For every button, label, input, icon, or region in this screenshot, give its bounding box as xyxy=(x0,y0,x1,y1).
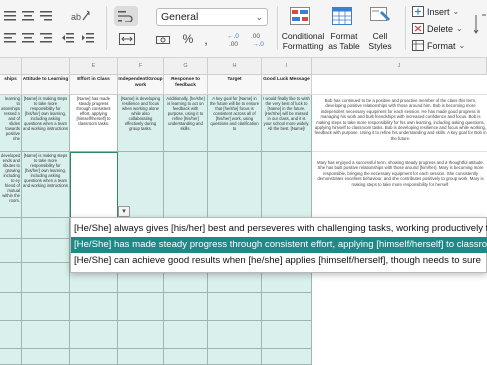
chevron-down-icon: ⌄ xyxy=(452,7,460,16)
header-cell[interactable]: ships xyxy=(0,75,22,95)
autocomplete-list: [He/She] always gives [his/her] best and… xyxy=(70,217,487,273)
header-cell[interactable]: Independent/Group work xyxy=(118,75,164,95)
increase-indent-icon[interactable] xyxy=(80,30,96,46)
column-header-g[interactable]: G xyxy=(164,58,208,75)
comment-paragraph: Mary has enjoyed a successful term, show… xyxy=(317,160,484,187)
svg-text:←.0: ←.0 xyxy=(227,33,239,40)
dropdown-arrow-button[interactable]: ▾ xyxy=(118,206,130,217)
table-cell[interactable] xyxy=(118,273,164,365)
column-header[interactable] xyxy=(22,58,70,75)
conditional-formatting-icon[interactable] xyxy=(288,6,312,26)
header-cell[interactable]: Response to feedback xyxy=(164,75,208,95)
number-format-value: General xyxy=(161,11,199,23)
table-cell[interactable] xyxy=(208,273,262,365)
header-cell[interactable]: Good Luck Message xyxy=(262,75,312,95)
percent-icon[interactable]: % xyxy=(180,31,196,47)
table-cell[interactable] xyxy=(262,152,312,218)
svg-text:→.0: →.0 xyxy=(252,41,264,47)
align-center-icon[interactable] xyxy=(20,30,36,46)
table-cell[interactable]: learning to ationships ressed n and of s… xyxy=(0,95,22,152)
header-cell[interactable]: Attitude to Learning xyxy=(22,75,70,95)
delete-icon xyxy=(412,23,424,34)
autocomplete-option[interactable]: [He/She] always gives [his/her] best and… xyxy=(71,221,487,237)
comment-paragraph: Bob has continued to be a positive and p… xyxy=(314,98,487,141)
table-cell[interactable]: Additionally, [he/she] is learning to ac… xyxy=(164,95,208,152)
autocomplete-option-selected[interactable]: [He/She] has made steady progress throug… xyxy=(71,237,487,253)
header-cell[interactable] xyxy=(312,75,487,95)
format-button[interactable]: Format ⌄ xyxy=(412,38,465,53)
row-divider xyxy=(0,320,312,321)
align-bottom-icon[interactable] xyxy=(38,8,54,24)
ribbon-toolbar: ab General ⌄ % , ←.0.00 .00 →.0 Conditio… xyxy=(0,0,487,58)
conditional-formatting-label[interactable]: Conditional Formatting xyxy=(280,31,326,51)
table-cell[interactable]: I would finally like to wish the very be… xyxy=(262,95,312,152)
svg-text:.00: .00 xyxy=(251,33,260,40)
increase-decimal-icon[interactable]: ←.0.00 xyxy=(226,30,246,48)
orientation-icon[interactable]: ab xyxy=(70,8,92,24)
delete-label: Delete xyxy=(427,23,454,34)
format-icon xyxy=(412,40,424,51)
column-header-f[interactable]: F xyxy=(118,58,164,75)
merge-cells-icon[interactable] xyxy=(116,30,138,48)
table-cell[interactable] xyxy=(262,273,312,365)
column-header-e[interactable]: E xyxy=(70,58,118,75)
delete-button[interactable]: Delete ⌄ xyxy=(412,21,463,36)
decrease-decimal-icon[interactable]: .00 →.0 xyxy=(250,30,270,48)
separator xyxy=(106,6,107,50)
table-cell[interactable] xyxy=(70,152,118,218)
table-cell[interactable]: developed ends and ributes to growing in… xyxy=(0,152,22,218)
format-label: Format xyxy=(427,40,456,51)
insert-label: Insert xyxy=(427,6,450,17)
column-header-j[interactable]: J xyxy=(312,58,487,75)
svg-text:ab: ab xyxy=(71,12,81,22)
table-cell[interactable]: [Name] has made steady progress through … xyxy=(70,95,118,152)
column-header[interactable] xyxy=(0,58,22,75)
format-as-table-label[interactable]: Format as Table xyxy=(326,31,362,51)
cell-styles-label[interactable]: Cell Styles xyxy=(364,31,396,51)
align-top-icon[interactable] xyxy=(2,8,18,24)
sort-filter-icon[interactable] xyxy=(472,10,487,44)
row-divider xyxy=(0,348,312,349)
table-cell[interactable] xyxy=(164,152,208,218)
table-cell[interactable]: A key goal for [Name] in the future will… xyxy=(208,95,262,152)
svg-text:.00: .00 xyxy=(229,41,238,47)
column-header-i[interactable]: I xyxy=(262,58,312,75)
chevron-down-icon: ⌄ xyxy=(255,12,263,22)
separator xyxy=(277,6,278,50)
chevron-down-icon: ⌄ xyxy=(458,41,466,50)
autocomplete-option[interactable]: [He/She] can achieve good results when [… xyxy=(71,253,487,269)
table-cell[interactable] xyxy=(70,273,118,365)
row-divider xyxy=(0,292,312,293)
cell-styles-icon[interactable] xyxy=(368,6,394,26)
align-right-icon[interactable] xyxy=(38,30,54,46)
table-cell[interactable]: [Name] is making steps to take more resp… xyxy=(22,95,70,152)
table-cell[interactable]: [Name] is developing resilience and focu… xyxy=(118,95,164,152)
comma-style-icon[interactable]: , xyxy=(200,31,212,47)
align-middle-icon[interactable] xyxy=(20,8,36,24)
separator xyxy=(405,6,406,50)
insert-button[interactable]: Insert ⌄ xyxy=(412,4,459,19)
header-cell[interactable]: Effort in Class xyxy=(70,75,118,95)
header-cell[interactable]: Target xyxy=(208,75,262,95)
number-format-select[interactable]: General ⌄ xyxy=(156,8,268,26)
table-cell[interactable] xyxy=(164,273,208,365)
chevron-down-icon: ⌄ xyxy=(456,24,463,33)
wrap-text-icon[interactable] xyxy=(114,6,138,26)
insert-icon xyxy=(412,6,424,17)
table-cell[interactable] xyxy=(208,152,262,218)
table-cell[interactable]: [Name] is making steps to take more resp… xyxy=(22,152,70,218)
align-left-icon[interactable] xyxy=(2,30,18,46)
currency-icon[interactable] xyxy=(154,32,172,48)
column-header-h[interactable]: H xyxy=(208,58,262,75)
decrease-indent-icon[interactable] xyxy=(60,30,76,46)
format-as-table-icon[interactable] xyxy=(330,6,354,26)
